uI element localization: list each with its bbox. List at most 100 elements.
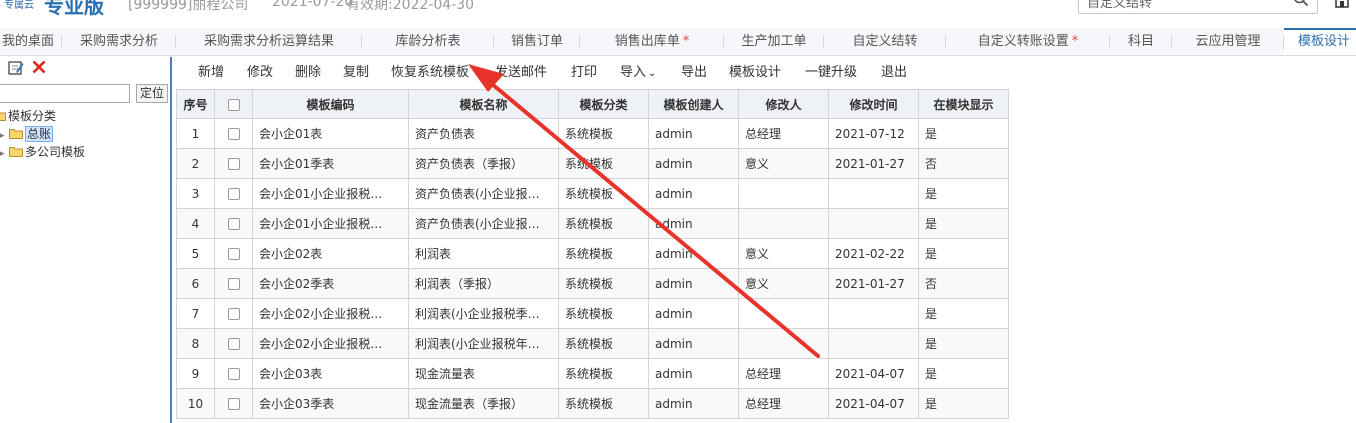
- row-checkbox[interactable]: [227, 308, 240, 320]
- cell-code[interactable]: 会小企02表: [252, 238, 409, 269]
- col-header-modified-time[interactable]: 修改时间: [828, 89, 919, 119]
- cell-category[interactable]: 系统模板: [558, 388, 649, 419]
- cell-name[interactable]: 资产负债表(小企业报…: [408, 178, 559, 209]
- cell-creator[interactable]: admin: [648, 388, 739, 419]
- cell-name[interactable]: 利润表: [408, 238, 559, 269]
- cell-select[interactable]: [214, 208, 253, 239]
- cell-select[interactable]: [214, 328, 253, 359]
- panel-divider[interactable]: [170, 57, 172, 423]
- cell-show-in-module[interactable]: 是: [918, 238, 1009, 269]
- cell-category[interactable]: 系统模板: [558, 298, 649, 329]
- cell-modifier[interactable]: 意义: [738, 238, 829, 269]
- expand-arrow-icon[interactable]: ▸: [0, 145, 8, 163]
- cell-show-in-module[interactable]: 是: [918, 208, 1009, 239]
- cell-name[interactable]: 现金流量表: [408, 358, 559, 389]
- cell-creator[interactable]: admin: [648, 148, 739, 179]
- menu-search-input[interactable]: [1087, 0, 1287, 11]
- cell-modified-time[interactable]: 2021-04-07: [828, 388, 919, 419]
- col-header-category[interactable]: 模板分类: [558, 89, 649, 119]
- tree-item-general-ledger[interactable]: ▸ 总账: [0, 125, 170, 143]
- cell-show-in-module[interactable]: 否: [918, 268, 1009, 299]
- table-row[interactable]: 5 会小企02表 利润表 系统模板 admin 意义 2021-02-22 是: [176, 238, 1009, 269]
- cell-index[interactable]: 10: [176, 388, 215, 419]
- cell-index[interactable]: 6: [176, 268, 215, 299]
- tab-purchase-demand-analysis[interactable]: 采购需求分析: [62, 28, 176, 55]
- cell-code[interactable]: 会小企01表: [252, 118, 409, 149]
- modify-button[interactable]: 修改: [247, 64, 273, 82]
- cell-modifier[interactable]: [738, 328, 829, 359]
- cell-show-in-module[interactable]: 是: [918, 118, 1009, 149]
- col-header-code[interactable]: 模板编码: [252, 89, 409, 119]
- home-icon[interactable]: [1334, 0, 1350, 8]
- cell-category[interactable]: 系统模板: [558, 238, 649, 269]
- row-checkbox[interactable]: [227, 158, 240, 170]
- locate-input[interactable]: [0, 84, 130, 103]
- cell-index[interactable]: 5: [176, 238, 215, 269]
- cell-name[interactable]: 现金流量表（季报）: [408, 388, 559, 419]
- template-design-button[interactable]: 模板设计: [729, 64, 781, 82]
- cell-modified-time[interactable]: [828, 328, 919, 359]
- print-button[interactable]: 打印: [571, 64, 597, 82]
- tree-item-multi-company[interactable]: ▸ 多公司模板: [0, 143, 170, 161]
- cell-index[interactable]: 3: [176, 178, 215, 209]
- col-header-creator[interactable]: 模板创建人: [648, 89, 739, 119]
- table-row[interactable]: 8 会小企02小企业报税… 利润表(小企业报税年… 系统模板 admin 是: [176, 328, 1009, 359]
- cell-creator[interactable]: admin: [648, 238, 739, 269]
- cell-category[interactable]: 系统模板: [558, 328, 649, 359]
- cell-select[interactable]: [214, 268, 253, 299]
- cell-modifier[interactable]: 总经理: [738, 388, 829, 419]
- cell-creator[interactable]: admin: [648, 118, 739, 149]
- cell-creator[interactable]: admin: [648, 298, 739, 329]
- cell-creator[interactable]: admin: [648, 268, 739, 299]
- tab-accounts[interactable]: 科目: [1110, 28, 1172, 55]
- cell-category[interactable]: 系统模板: [558, 208, 649, 239]
- row-checkbox[interactable]: [227, 128, 240, 140]
- tab-cloud-app-management[interactable]: 云应用管理: [1172, 28, 1284, 55]
- table-row[interactable]: 4 会小企01小企业报税… 资产负债表(小企业报… 系统模板 admin 是: [176, 208, 1009, 239]
- table-row[interactable]: 10 会小企03季表 现金流量表（季报） 系统模板 admin 总经理 2021-04-07…: [176, 388, 1009, 419]
- restore-system-template-button[interactable]: 恢复系统模板: [391, 64, 469, 82]
- cell-modified-time[interactable]: [828, 208, 919, 239]
- cell-code[interactable]: 会小企02季表: [252, 268, 409, 299]
- cell-modified-time[interactable]: 2021-04-07: [828, 358, 919, 389]
- tab-production-order[interactable]: 生产加工单: [724, 28, 824, 55]
- cell-name[interactable]: 利润表(小企业报税年…: [408, 328, 559, 359]
- col-header-modifier[interactable]: 修改人: [738, 89, 829, 119]
- cell-show-in-module[interactable]: 是: [918, 328, 1009, 359]
- cell-name[interactable]: 资产负债表（季报）: [408, 148, 559, 179]
- cell-name[interactable]: 利润表（季报）: [408, 268, 559, 299]
- tab-template-design[interactable]: 模板设计: [1284, 28, 1356, 55]
- one-click-upgrade-button[interactable]: 一键升级: [805, 64, 857, 82]
- cell-modified-time[interactable]: 2021-01-27: [828, 268, 919, 299]
- cell-category[interactable]: 系统模板: [558, 178, 649, 209]
- table-row[interactable]: 3 会小企01小企业报税… 资产负债表(小企业报… 系统模板 admin 是: [176, 178, 1009, 209]
- cell-select[interactable]: [214, 238, 253, 269]
- cell-select[interactable]: [214, 388, 253, 419]
- cell-modifier[interactable]: [738, 178, 829, 209]
- cell-modifier[interactable]: [738, 298, 829, 329]
- search-icon[interactable]: [1293, 0, 1309, 7]
- cell-modifier[interactable]: 意义: [738, 268, 829, 299]
- cell-index[interactable]: 7: [176, 298, 215, 329]
- delete-button[interactable]: 删除: [295, 64, 321, 82]
- cell-index[interactable]: 1: [176, 118, 215, 149]
- cell-code[interactable]: 会小企03季表: [252, 388, 409, 419]
- cell-select[interactable]: [214, 148, 253, 179]
- cell-modified-time[interactable]: [828, 178, 919, 209]
- table-row[interactable]: 7 会小企02小企业报税… 利润表(小企业报税季… 系统模板 admin 是: [176, 298, 1009, 329]
- cell-index[interactable]: 2: [176, 148, 215, 179]
- col-header-name[interactable]: 模板名称: [408, 89, 559, 119]
- cell-name[interactable]: 资产负债表: [408, 118, 559, 149]
- cell-select[interactable]: [214, 358, 253, 389]
- tab-custom-carryover[interactable]: 自定义结转: [824, 28, 946, 55]
- row-checkbox[interactable]: [227, 398, 240, 410]
- cell-select[interactable]: [214, 178, 253, 209]
- cell-code[interactable]: 会小企02小企业报税…: [252, 298, 409, 329]
- table-row[interactable]: 1 会小企01表 资产负债表 系统模板 admin 总经理 2021-07-12 是: [176, 118, 1009, 149]
- cell-select[interactable]: [214, 298, 253, 329]
- tab-purchase-demand-result[interactable]: 采购需求分析运算结果: [176, 28, 362, 55]
- exit-button[interactable]: 退出: [881, 64, 907, 82]
- cell-code[interactable]: 会小企01小企业报税…: [252, 208, 409, 239]
- cell-name[interactable]: 资产负债表(小企业报…: [408, 208, 559, 239]
- cell-show-in-module[interactable]: 是: [918, 388, 1009, 419]
